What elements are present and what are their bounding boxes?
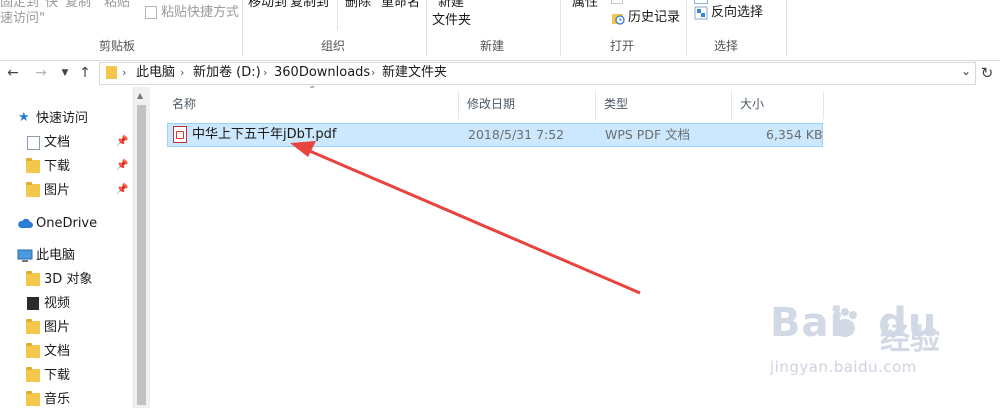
arrow-shaft [304,147,641,295]
paw-icon [833,308,857,337]
baidu-jingyan-watermark: Bai du 经验 jingyan.baidu.com [770,300,1000,408]
watermark-url: jingyan.baidu.com [770,358,917,376]
watermark-cn-text: 经验 [880,322,940,357]
arrow-head [290,141,316,157]
